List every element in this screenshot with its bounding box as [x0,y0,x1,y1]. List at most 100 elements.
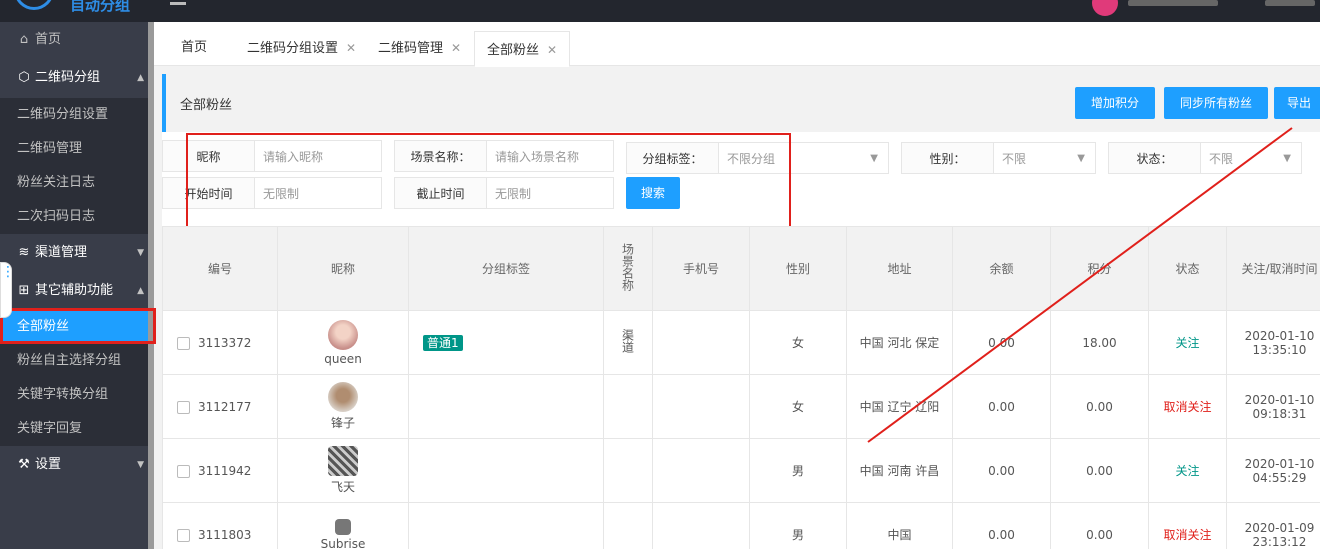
sidebar-item-qrcode-group-settings[interactable]: 二维码分组设置 [0,98,148,132]
avatar [328,446,358,476]
apps-icon: ⊞ [18,283,30,298]
menu-toggle-icon[interactable] [170,2,186,5]
gender-select[interactable]: 不限 ▼ [994,142,1096,174]
row-checkbox[interactable] [177,528,190,542]
col-header-address[interactable]: 地址 [846,226,953,311]
dropdown-arrow-icon: ▼ [870,153,878,164]
avatar [328,382,358,412]
sync-fans-button[interactable]: 同步所有粉丝 [1164,87,1268,119]
cell-phone [652,374,750,439]
sidebar-item-qrcode-manage[interactable]: 二维码管理 [0,132,148,166]
caret-down-icon: ▼ [137,460,144,470]
col-header-balance[interactable]: 余额 [952,226,1051,311]
col-header-gender[interactable]: 性别 [749,226,847,311]
cell-follow-time: 2020-01-10 09:18:31 [1226,374,1320,439]
sidebar: ⌂ 首页 ⬡ 二维码分组 ▲ 二维码分组设置 二维码管理 粉丝关注日志 二次扫码日志 … [0,22,148,549]
col-header-phone[interactable]: 手机号 [652,226,750,311]
col-header-scene[interactable]: 场景名称 [603,226,653,311]
page-title: 全部粉丝 [180,98,233,113]
close-icon[interactable]: ✕ [346,41,356,55]
cell-scene [603,438,653,503]
row-checkbox[interactable] [177,464,190,478]
status-select[interactable]: 不限 ▼ [1201,142,1302,174]
tab-bar: 首页 二维码分组设置 ✕ 二维码管理 ✕ 全部粉丝 ✕ [154,22,1320,67]
fans-table: 编号 昵称 分组标签 场景名称 手机号 性别 地址 余额 积分 状态 关注/取消… [162,226,1320,549]
sidebar-item-fan-self-select[interactable]: 粉丝自主选择分组 [0,344,148,378]
sidebar-group-settings[interactable]: ⚒ 设置 ▼ [0,448,148,482]
sidebar-group-tools[interactable]: ⊞ 其它辅助功能 ▲ [0,274,148,308]
annotation-box-sidebar [0,308,156,344]
col-header-group-tag[interactable]: 分组标签 [408,226,604,311]
cell-nickname: 飞天 [277,438,409,503]
row-checkbox[interactable] [177,400,190,414]
tab-home[interactable]: 首页 [181,30,207,66]
table-row[interactable]: 3113372 queen 普通1 渠道 女 中国 河北 保定 0.00 18.… [162,310,1320,375]
cell-group-tag [408,502,604,549]
user-name[interactable] [1128,0,1218,6]
col-header-points[interactable]: 积分 [1050,226,1149,311]
sidebar-group-qrcode[interactable]: ⬡ 二维码分组 ▲ [0,61,148,95]
cell-phone [652,502,750,549]
cell-points: 18.00 [1050,310,1149,375]
side-handle-dots-icon[interactable]: ⋮ [0,262,15,318]
logo-icon [14,0,54,10]
table-header-row: 编号 昵称 分组标签 场景名称 手机号 性别 地址 余额 积分 状态 关注/取消… [162,226,1320,311]
col-header-id[interactable]: 编号 [162,226,278,311]
cell-gender: 女 [749,310,847,375]
tab-qrcode-manage[interactable]: 二维码管理 ✕ [378,30,461,66]
caret-down-icon: ▼ [137,248,144,258]
cell-follow-time: 2020-01-10 13:35:10 [1226,310,1320,375]
sidebar-item-keyword-group[interactable]: 关键字转换分组 [0,378,148,412]
sidebar-item-keyword-reply[interactable]: 关键字回复 [0,412,148,446]
cell-id: 3111942 [162,438,278,503]
sidebar-group-channel[interactable]: ≋ 渠道管理 ▼ [0,236,148,270]
cell-status: 关注 [1148,438,1227,503]
tab-all-fans[interactable]: 全部粉丝 ✕ [474,31,571,67]
cube-icon: ⬡ [18,70,30,85]
cell-balance: 0.00 [952,374,1051,439]
col-header-nickname[interactable]: 昵称 [277,226,409,311]
sidebar-item-home[interactable]: ⌂ 首页 [0,23,148,57]
table-row[interactable]: 3112177 锋子 女 中国 辽宁 辽阳 0.00 0.00 取消关注 202… [162,374,1320,439]
cell-nickname: queen [277,310,409,375]
top-bar: 自动分组 [0,0,1320,22]
close-icon[interactable]: ✕ [547,43,557,57]
col-header-status[interactable]: 状态 [1148,226,1227,311]
sidebar-item-rescan-log[interactable]: 二次扫码日志 [0,200,148,234]
cell-follow-time: 2020-01-09 23:13:12 [1226,502,1320,549]
sidebar-item-follow-log[interactable]: 粉丝关注日志 [0,166,148,200]
cell-id: 3111803 [162,502,278,549]
cell-follow-time: 2020-01-10 04:55:29 [1226,438,1320,503]
col-header-follow-time[interactable]: 关注/取消时间 [1226,226,1320,311]
cell-nickname: Subrise [277,502,409,549]
user-menu[interactable] [1265,0,1315,6]
user-avatar[interactable] [1092,0,1118,16]
avatar [328,319,358,350]
group-tag-badge: 普通1 [423,334,463,351]
export-button[interactable]: 导出 [1274,87,1320,119]
cell-points: 0.00 [1050,502,1149,549]
cell-address: 中国 [846,502,953,549]
table-row[interactable]: 3111803 Subrise 男 中国 0.00 0.00 取消关注 2020… [162,502,1320,549]
cell-scene [603,374,653,439]
logo-text: 自动分组 [70,0,131,14]
cell-status: 取消关注 [1148,502,1227,549]
layers-icon: ≋ [18,245,30,260]
cell-scene [603,502,653,549]
cell-address: 中国 河南 许昌 [846,438,953,503]
wrench-icon: ⚒ [18,457,30,472]
row-checkbox[interactable] [177,336,190,350]
cell-balance: 0.00 [952,438,1051,503]
cell-address: 中国 河北 保定 [846,310,953,375]
cell-status: 关注 [1148,310,1227,375]
sidebar-scrollbar[interactable] [148,22,154,549]
table-row[interactable]: 3111942 飞天 男 中国 河南 许昌 0.00 0.00 关注 2020-… [162,438,1320,503]
tab-qrcode-group-settings[interactable]: 二维码分组设置 ✕ [247,30,356,66]
cell-balance: 0.00 [952,310,1051,375]
close-icon[interactable]: ✕ [451,41,461,55]
cell-status: 取消关注 [1148,374,1227,439]
add-points-button[interactable]: 增加积分 [1075,87,1155,119]
gender-label: 性别： [901,142,994,174]
cell-gender: 男 [749,438,847,503]
avatar [335,518,351,535]
